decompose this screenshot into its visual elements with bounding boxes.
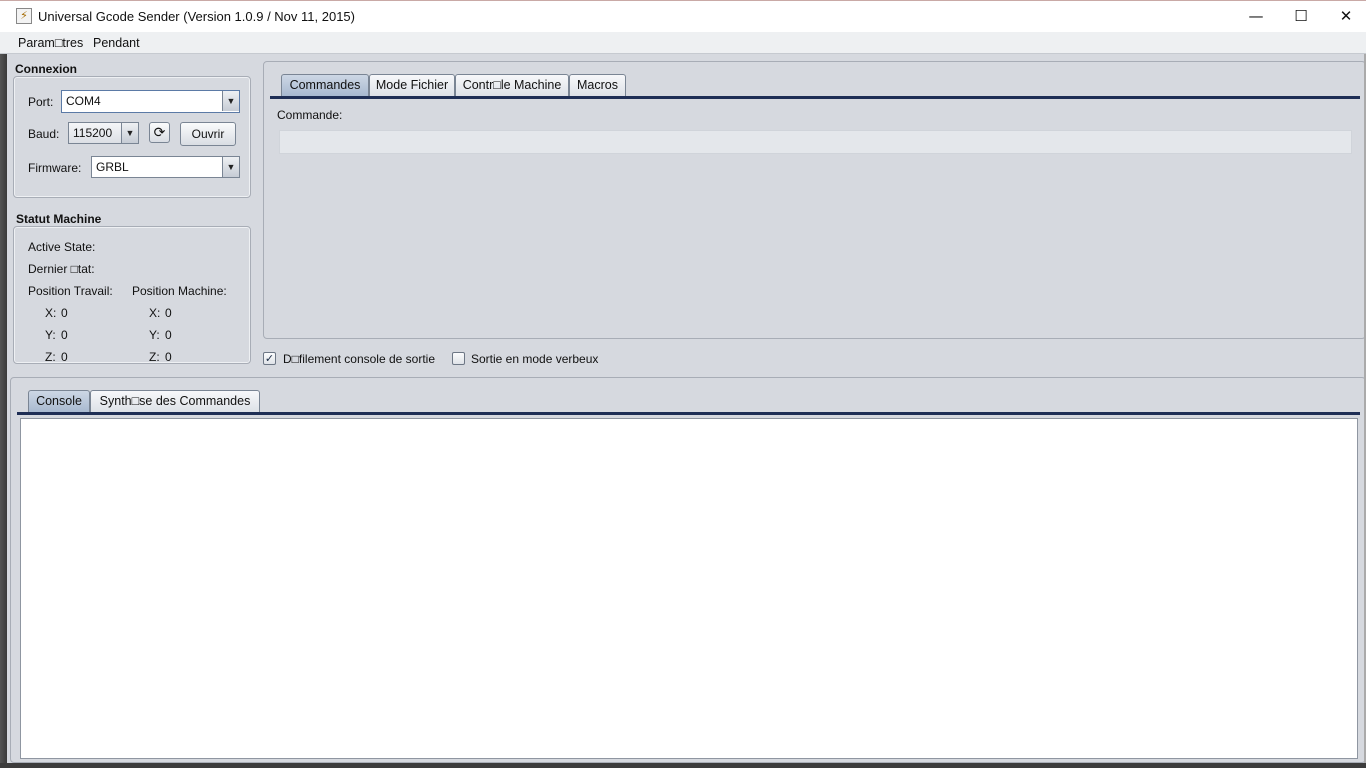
- active-state-label: Active State:: [28, 240, 96, 254]
- work-x-value: 0: [61, 306, 68, 320]
- open-button[interactable]: Ouvrir: [180, 122, 236, 146]
- scroll-output-label: D□filement console de sortie: [283, 352, 435, 366]
- firmware-label: Firmware:: [28, 161, 82, 175]
- console-output[interactable]: [20, 418, 1358, 759]
- maximize-button[interactable]: ☐: [1278, 1, 1324, 32]
- scroll-output-checkbox[interactable]: ✓: [263, 352, 276, 365]
- verbose-output-checkbox[interactable]: [452, 352, 465, 365]
- window-edge: [0, 54, 7, 768]
- tab-controle-machine[interactable]: Contr□le Machine: [455, 74, 569, 96]
- menu-bar: Param□tres Pendant: [0, 32, 1366, 54]
- work-x-label: X:: [45, 306, 57, 320]
- menu-item-pendant[interactable]: Pendant: [93, 36, 140, 50]
- firmware-combo[interactable]: GRBL ▼: [91, 156, 240, 178]
- tab-commandes[interactable]: Commandes: [281, 74, 369, 96]
- command-label: Commande:: [277, 108, 343, 122]
- work-z-value: 0: [61, 350, 68, 364]
- machine-position-label: Position Machine:: [132, 284, 227, 298]
- connection-title: Connexion: [15, 62, 77, 76]
- machine-y-label: Y:: [149, 328, 160, 342]
- machine-x-value: 0: [165, 306, 172, 320]
- top-tab-panel: [263, 61, 1366, 339]
- machine-status-title: Statut Machine: [16, 212, 102, 226]
- port-label: Port:: [28, 95, 54, 109]
- command-input[interactable]: [279, 130, 1352, 154]
- baud-combo[interactable]: 115200 ▼: [68, 122, 139, 144]
- title-bar: ⚡ Universal Gcode Sender (Version 1.0.9 …: [0, 0, 1366, 32]
- port-combo[interactable]: COM4 ▼: [61, 90, 240, 113]
- tab-console[interactable]: Console: [28, 390, 90, 412]
- work-z-label: Z:: [45, 350, 56, 364]
- tab-underline: [17, 412, 1360, 415]
- port-value: COM4: [66, 94, 101, 108]
- refresh-ports-button[interactable]: ⟳: [149, 122, 170, 143]
- work-y-value: 0: [61, 328, 68, 342]
- verbose-output-label: Sortie en mode verbeux: [471, 352, 599, 366]
- last-state-label: Dernier □tat:: [28, 262, 95, 276]
- tab-underline: [270, 96, 1360, 99]
- work-y-label: Y:: [45, 328, 56, 342]
- tab-macros[interactable]: Macros: [569, 74, 626, 96]
- window-edge: [0, 763, 1366, 768]
- machine-y-value: 0: [165, 328, 172, 342]
- close-button[interactable]: ✕: [1323, 1, 1366, 32]
- refresh-icon: ⟳: [153, 124, 166, 140]
- machine-z-label: Z:: [149, 350, 160, 364]
- work-position-label: Position Travail:: [28, 284, 113, 298]
- window-title: Universal Gcode Sender (Version 1.0.9 / …: [38, 9, 355, 24]
- tab-command-summary[interactable]: Synth□se des Commandes: [90, 390, 260, 412]
- app-icon: ⚡: [16, 8, 32, 24]
- chevron-down-icon[interactable]: ▼: [222, 91, 239, 111]
- chevron-down-icon[interactable]: ▼: [222, 157, 239, 177]
- machine-z-value: 0: [165, 350, 172, 364]
- menu-item-parametres[interactable]: Param□tres: [18, 36, 83, 50]
- baud-value: 115200: [73, 126, 113, 140]
- machine-x-label: X:: [149, 306, 161, 320]
- minimize-button[interactable]: —: [1233, 1, 1279, 32]
- chevron-down-icon[interactable]: ▼: [121, 123, 138, 143]
- baud-label: Baud:: [28, 127, 60, 141]
- tab-mode-fichier[interactable]: Mode Fichier: [369, 74, 455, 96]
- firmware-value: GRBL: [96, 160, 129, 174]
